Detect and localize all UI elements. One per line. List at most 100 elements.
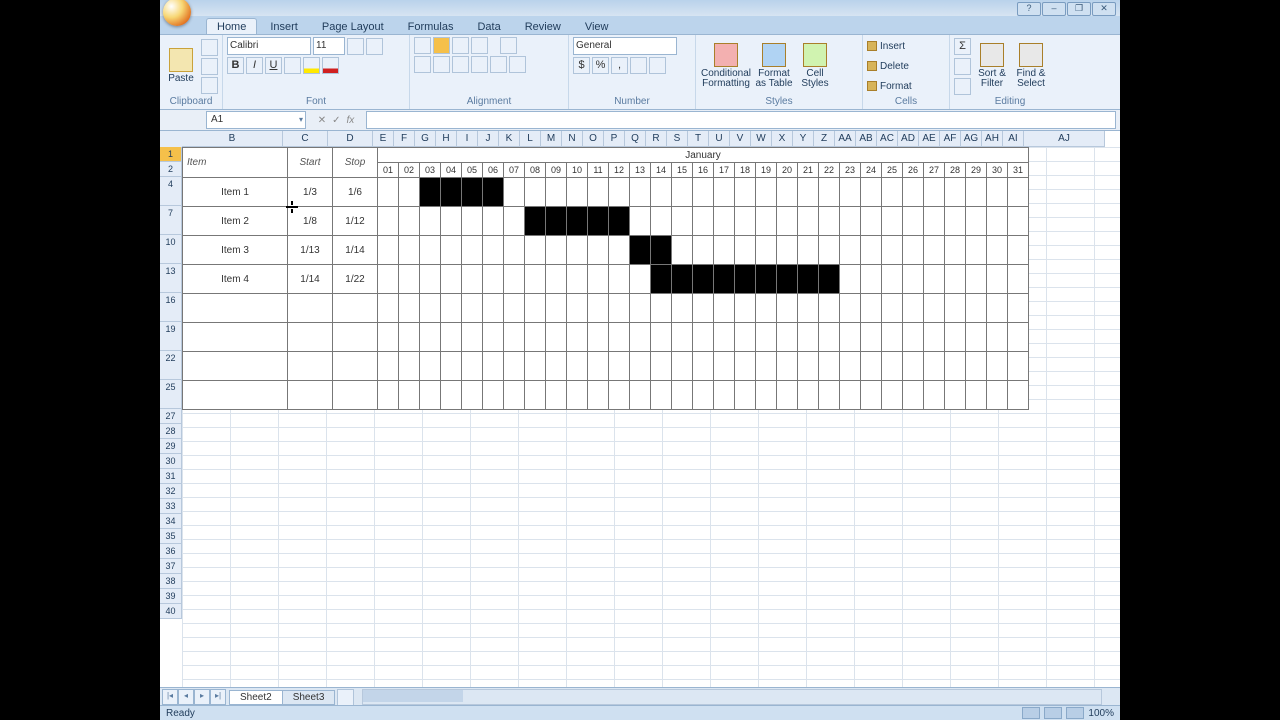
column-header[interactable]: AB: [856, 131, 877, 147]
name-box[interactable]: A1: [206, 111, 306, 129]
percent-button[interactable]: %: [592, 57, 609, 74]
scrollbar-thumb[interactable]: [363, 690, 463, 702]
row-header[interactable]: 16: [160, 293, 182, 322]
minimize-button[interactable]: ‒: [1042, 2, 1066, 16]
fill-color-button[interactable]: [303, 57, 320, 74]
column-header[interactable]: F: [394, 131, 415, 147]
font-color-button[interactable]: [322, 57, 339, 74]
find-select-button[interactable]: Find & Select: [1013, 38, 1049, 94]
wrap-text-button[interactable]: [500, 37, 517, 54]
fx-icon[interactable]: fx: [347, 115, 355, 126]
row-header[interactable]: 34: [160, 514, 182, 529]
insert-cells-button[interactable]: Insert: [867, 41, 905, 52]
column-header[interactable]: M: [541, 131, 562, 147]
column-header[interactable]: X: [772, 131, 793, 147]
column-header[interactable]: O: [583, 131, 604, 147]
align-bottom-button[interactable]: [452, 37, 469, 54]
row-header[interactable]: 19: [160, 322, 182, 351]
column-header[interactable]: Z: [814, 131, 835, 147]
clear-button[interactable]: [954, 78, 971, 95]
page-break-view-button[interactable]: [1066, 707, 1084, 719]
column-header[interactable]: L: [520, 131, 541, 147]
worksheet[interactable]: BCDEFGHIJKLMNOPQRSTUVWXYZAAABACADAEAFAGA…: [160, 131, 1120, 691]
column-header[interactable]: H: [436, 131, 457, 147]
tab-formulas[interactable]: Formulas: [397, 18, 465, 34]
autosum-button[interactable]: Σ: [954, 38, 971, 55]
row-header[interactable]: 13: [160, 264, 182, 293]
align-right-button[interactable]: [452, 56, 469, 73]
decrease-indent-button[interactable]: [471, 56, 488, 73]
zoom-level[interactable]: 100%: [1088, 708, 1114, 719]
column-header[interactable]: P: [604, 131, 625, 147]
row-header[interactable]: 38: [160, 574, 182, 589]
normal-view-button[interactable]: [1022, 707, 1040, 719]
fill-button[interactable]: [954, 58, 971, 75]
column-header[interactable]: S: [667, 131, 688, 147]
column-header[interactable]: Q: [625, 131, 646, 147]
column-header[interactable]: AI: [1003, 131, 1024, 147]
cell-styles-button[interactable]: Cell Styles: [796, 38, 834, 94]
row-header[interactable]: 28: [160, 424, 182, 439]
decrease-decimal-button[interactable]: [649, 57, 666, 74]
next-sheet-button[interactable]: ▸: [194, 689, 210, 705]
row-header[interactable]: 4: [160, 177, 182, 206]
column-header[interactable]: B: [182, 131, 283, 147]
borders-button[interactable]: [284, 57, 301, 74]
tab-page-layout[interactable]: Page Layout: [311, 18, 395, 34]
row-header[interactable]: 10: [160, 235, 182, 264]
currency-button[interactable]: $: [573, 57, 590, 74]
row-header[interactable]: 31: [160, 469, 182, 484]
enter-formula-icon[interactable]: ✓: [332, 115, 340, 126]
row-header[interactable]: 36: [160, 544, 182, 559]
underline-button[interactable]: U: [265, 57, 282, 74]
column-header[interactable]: V: [730, 131, 751, 147]
column-header[interactable]: C: [283, 131, 328, 147]
select-all-corner[interactable]: [160, 131, 183, 148]
column-header[interactable]: AC: [877, 131, 898, 147]
page-layout-view-button[interactable]: [1044, 707, 1062, 719]
close-button[interactable]: ✕: [1092, 2, 1116, 16]
row-header[interactable]: 27: [160, 409, 182, 424]
column-header[interactable]: AE: [919, 131, 940, 147]
tab-home[interactable]: Home: [206, 18, 257, 34]
cancel-formula-icon[interactable]: ✕: [318, 115, 326, 126]
cut-button[interactable]: [201, 39, 218, 56]
increase-indent-button[interactable]: [490, 56, 507, 73]
orientation-button[interactable]: [471, 37, 488, 54]
increase-font-button[interactable]: [347, 38, 364, 55]
sort-filter-button[interactable]: Sort & Filter: [974, 38, 1010, 94]
conditional-formatting-button[interactable]: Conditional Formatting: [700, 38, 752, 94]
tab-review[interactable]: Review: [514, 18, 572, 34]
copy-button[interactable]: [201, 58, 218, 75]
font-family-select[interactable]: Calibri: [227, 37, 311, 55]
italic-button[interactable]: I: [246, 57, 263, 74]
formula-bar[interactable]: [366, 111, 1116, 129]
row-header[interactable]: 29: [160, 439, 182, 454]
column-header[interactable]: G: [415, 131, 436, 147]
row-header[interactable]: 37: [160, 559, 182, 574]
row-header[interactable]: 33: [160, 499, 182, 514]
row-header[interactable]: 2: [160, 162, 182, 177]
format-painter-button[interactable]: [201, 77, 218, 94]
column-headers[interactable]: BCDEFGHIJKLMNOPQRSTUVWXYZAAABACADAEAFAGA…: [182, 131, 1105, 147]
prev-sheet-button[interactable]: ◂: [178, 689, 194, 705]
tab-data[interactable]: Data: [466, 18, 511, 34]
column-header[interactable]: AD: [898, 131, 919, 147]
column-header[interactable]: U: [709, 131, 730, 147]
row-header[interactable]: 25: [160, 380, 182, 409]
font-size-select[interactable]: 11: [313, 37, 345, 55]
format-as-table-button[interactable]: Format as Table: [755, 38, 793, 94]
column-header[interactable]: AJ: [1024, 131, 1105, 147]
row-header[interactable]: 32: [160, 484, 182, 499]
last-sheet-button[interactable]: ▸|: [210, 689, 226, 705]
align-center-button[interactable]: [433, 56, 450, 73]
row-header[interactable]: 30: [160, 454, 182, 469]
decrease-font-button[interactable]: [366, 38, 383, 55]
tab-view[interactable]: View: [574, 18, 620, 34]
column-header[interactable]: AG: [961, 131, 982, 147]
column-header[interactable]: AA: [835, 131, 856, 147]
column-header[interactable]: W: [751, 131, 772, 147]
column-header[interactable]: K: [499, 131, 520, 147]
column-header[interactable]: I: [457, 131, 478, 147]
bold-button[interactable]: B: [227, 57, 244, 74]
